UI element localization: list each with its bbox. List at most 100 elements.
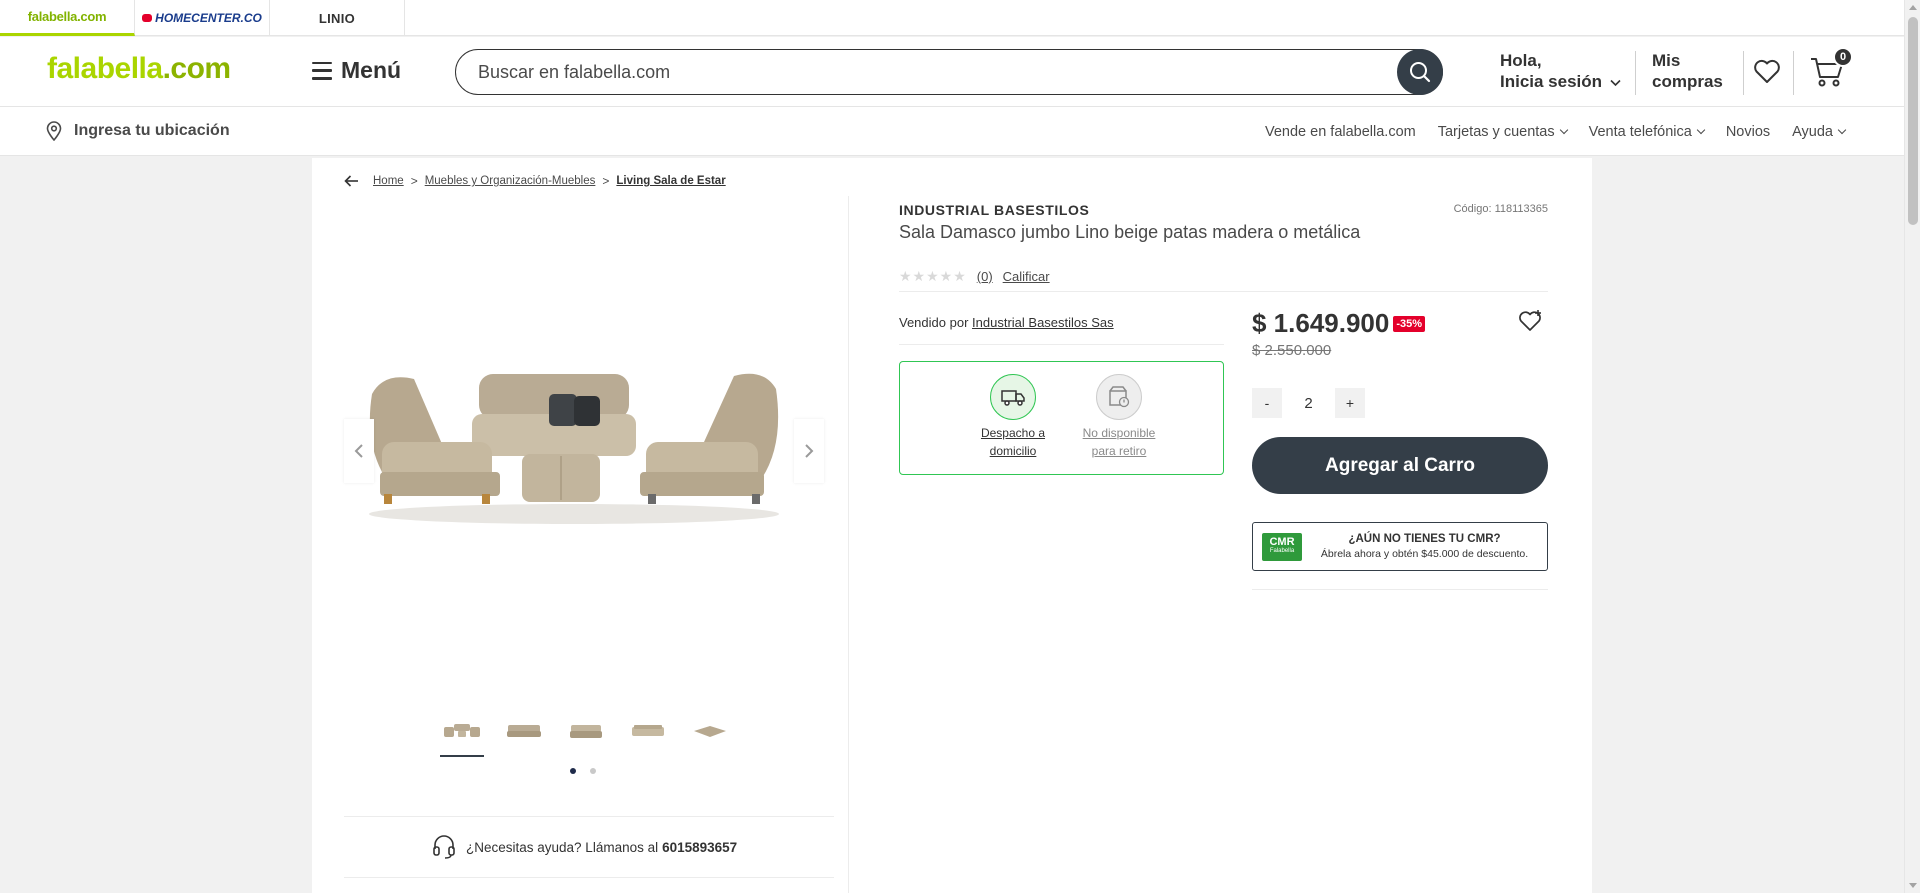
column-divider — [848, 196, 849, 893]
store-pickup-option[interactable]: No disponible para retiro — [1074, 374, 1164, 460]
chevron-right-icon — [805, 444, 814, 458]
breadcrumb-current[interactable]: Living Sala de Estar — [616, 175, 725, 187]
brand-tab-linio-label: LINIO — [318, 10, 356, 26]
breadcrumb-home[interactable]: Home — [373, 175, 404, 187]
search-button[interactable] — [1397, 49, 1443, 95]
gallery-pagination — [570, 768, 596, 774]
header-divider — [1635, 51, 1636, 95]
nav-link-cards[interactable]: Tarjetas y cuentas — [1438, 124, 1567, 140]
logo-suffix: .com — [162, 52, 232, 85]
divider — [1252, 589, 1548, 590]
home-delivery-line1: Despacho a — [980, 426, 1046, 440]
seller-link[interactable]: Industrial Basestilos Sas — [972, 315, 1114, 330]
thumbnail[interactable] — [564, 709, 608, 753]
gallery-next-button[interactable] — [794, 419, 824, 483]
homecenter-logo-icon — [142, 14, 153, 22]
sub-navigation: Ingresa tu ubicación Vende en falabella.… — [0, 106, 1904, 156]
pickup-line1: No disponible — [1082, 426, 1156, 440]
price-block: $ 1.649.900 -35% — [1252, 308, 1426, 339]
scroll-up-arrow-icon[interactable] — [1909, 5, 1917, 10]
divider — [899, 291, 1548, 292]
divider — [344, 877, 834, 878]
sold-by-label: Vendido por — [899, 315, 969, 330]
thumbnail[interactable] — [688, 709, 732, 753]
header-divider — [1743, 51, 1744, 95]
page-scrollbar[interactable] — [1904, 0, 1920, 893]
product-image[interactable] — [344, 354, 804, 539]
search-icon — [1410, 62, 1431, 83]
headset-icon — [433, 835, 455, 859]
breadcrumb-separator: > — [602, 174, 610, 188]
search-bar — [455, 49, 1443, 95]
brand-tab-homecenter[interactable]: HOMECENTER.CO — [135, 0, 270, 36]
product-panel: Home > Muebles y Organización-Muebles > … — [312, 158, 1592, 893]
location-selector[interactable]: Ingresa tu ubicación — [46, 121, 230, 141]
rate-link[interactable]: Calificar — [1003, 269, 1050, 284]
logo-text: falabella — [47, 52, 163, 85]
add-to-wishlist-button[interactable] — [1518, 309, 1544, 338]
breadcrumb: Home > Muebles y Organización-Muebles > … — [344, 174, 726, 188]
gallery-prev-button[interactable] — [344, 419, 374, 483]
falabella-logo[interactable]: falabella.com — [47, 52, 231, 86]
hamburger-icon — [312, 61, 332, 80]
thumbnail[interactable] — [626, 709, 670, 753]
help-text: ¿Necesitas ayuda? Llámanos al — [466, 839, 659, 855]
breadcrumb-separator: > — [410, 174, 418, 188]
cmr-banner[interactable]: CMR Falabella ¿AÚN NO TIENES TU CMR? Ábre… — [1252, 522, 1548, 571]
heart-plus-icon — [1519, 310, 1541, 331]
my-purchases-link[interactable]: Mis compras — [1652, 50, 1723, 92]
seller-line: Vendido por Industrial Basestilos Sas — [899, 315, 1114, 330]
thumbnail[interactable] — [502, 709, 546, 753]
wishlist-button[interactable] — [1753, 59, 1781, 89]
menu-label: Menú — [341, 57, 402, 83]
product-code: Código: 118113365 — [1453, 203, 1548, 215]
add-to-cart-button[interactable]: Agregar al Carro — [1252, 437, 1548, 494]
pagination-dot[interactable] — [570, 768, 576, 774]
purchases-line2: compras — [1652, 72, 1723, 91]
cmr-logo-text: CMR — [1269, 535, 1295, 548]
rating-count[interactable]: (0) — [977, 269, 993, 284]
product-brand[interactable]: INDUSTRIAL BASESTILOS — [899, 202, 1089, 218]
product-rating: ★★★★★ (0) Calificar — [899, 268, 1050, 285]
back-button[interactable] — [344, 175, 359, 187]
purchases-line1: Mis — [1652, 51, 1681, 70]
original-price: $ 2.550.000 — [1252, 342, 1332, 359]
nav-link-novios[interactable]: Novios — [1726, 124, 1770, 140]
home-delivery-option[interactable]: Despacho a domicilio — [968, 374, 1058, 460]
quantity-decrease-button[interactable]: - — [1252, 388, 1282, 418]
quantity-value[interactable]: 2 — [1282, 395, 1335, 412]
divider — [899, 344, 1224, 345]
chevron-left-icon — [354, 444, 363, 458]
quantity-increase-button[interactable]: + — [1335, 388, 1365, 418]
heart-icon — [1754, 59, 1780, 83]
help-phone[interactable]: 6015893657 — [662, 840, 737, 855]
home-delivery-line2: domicilio — [989, 444, 1037, 458]
thumbnail[interactable] — [440, 709, 484, 757]
brand-tab-linio[interactable]: LINIO — [270, 0, 405, 36]
scroll-down-arrow-icon[interactable] — [1909, 883, 1917, 888]
location-pin-icon — [46, 121, 62, 141]
brand-tab-falabella[interactable]: falabella.com — [0, 0, 135, 36]
nav-link-help[interactable]: Ayuda — [1792, 124, 1845, 140]
thumbnail-image — [632, 725, 664, 736]
thumbnail-image — [507, 725, 541, 737]
delivery-options: Despacho a domicilio No disponible para re… — [899, 361, 1224, 475]
cart-count-badge: 0 — [1833, 47, 1853, 67]
nav-link-sell[interactable]: Vende en falabella.com — [1265, 124, 1416, 140]
main-header: falabella.com Menú Hola, Inicia sesión M… — [0, 37, 1904, 106]
pagination-dot[interactable] — [590, 768, 596, 774]
quantity-stepper: - 2 + — [1252, 388, 1365, 418]
brand-tab-homecenter-label: HOMECENTER.CO — [155, 11, 262, 25]
search-input[interactable] — [478, 60, 1378, 84]
thumbnail-image — [444, 724, 480, 737]
discount-badge: -35% — [1393, 315, 1426, 332]
subnav-links: Vende en falabella.com Tarjetas y cuenta… — [1265, 124, 1845, 140]
menu-button[interactable]: Menú — [312, 57, 401, 84]
pickup-line2: para retiro — [1091, 444, 1147, 458]
scroll-thumb[interactable] — [1908, 17, 1918, 225]
cmr-title: ¿AÚN NO TIENES TU CMR? — [1348, 532, 1501, 545]
arrow-left-icon — [344, 175, 358, 187]
nav-link-phone-sales[interactable]: Venta telefónica — [1589, 124, 1704, 140]
breadcrumb-category[interactable]: Muebles y Organización-Muebles — [425, 175, 596, 187]
login-menu[interactable]: Hola, Inicia sesión — [1500, 50, 1621, 92]
